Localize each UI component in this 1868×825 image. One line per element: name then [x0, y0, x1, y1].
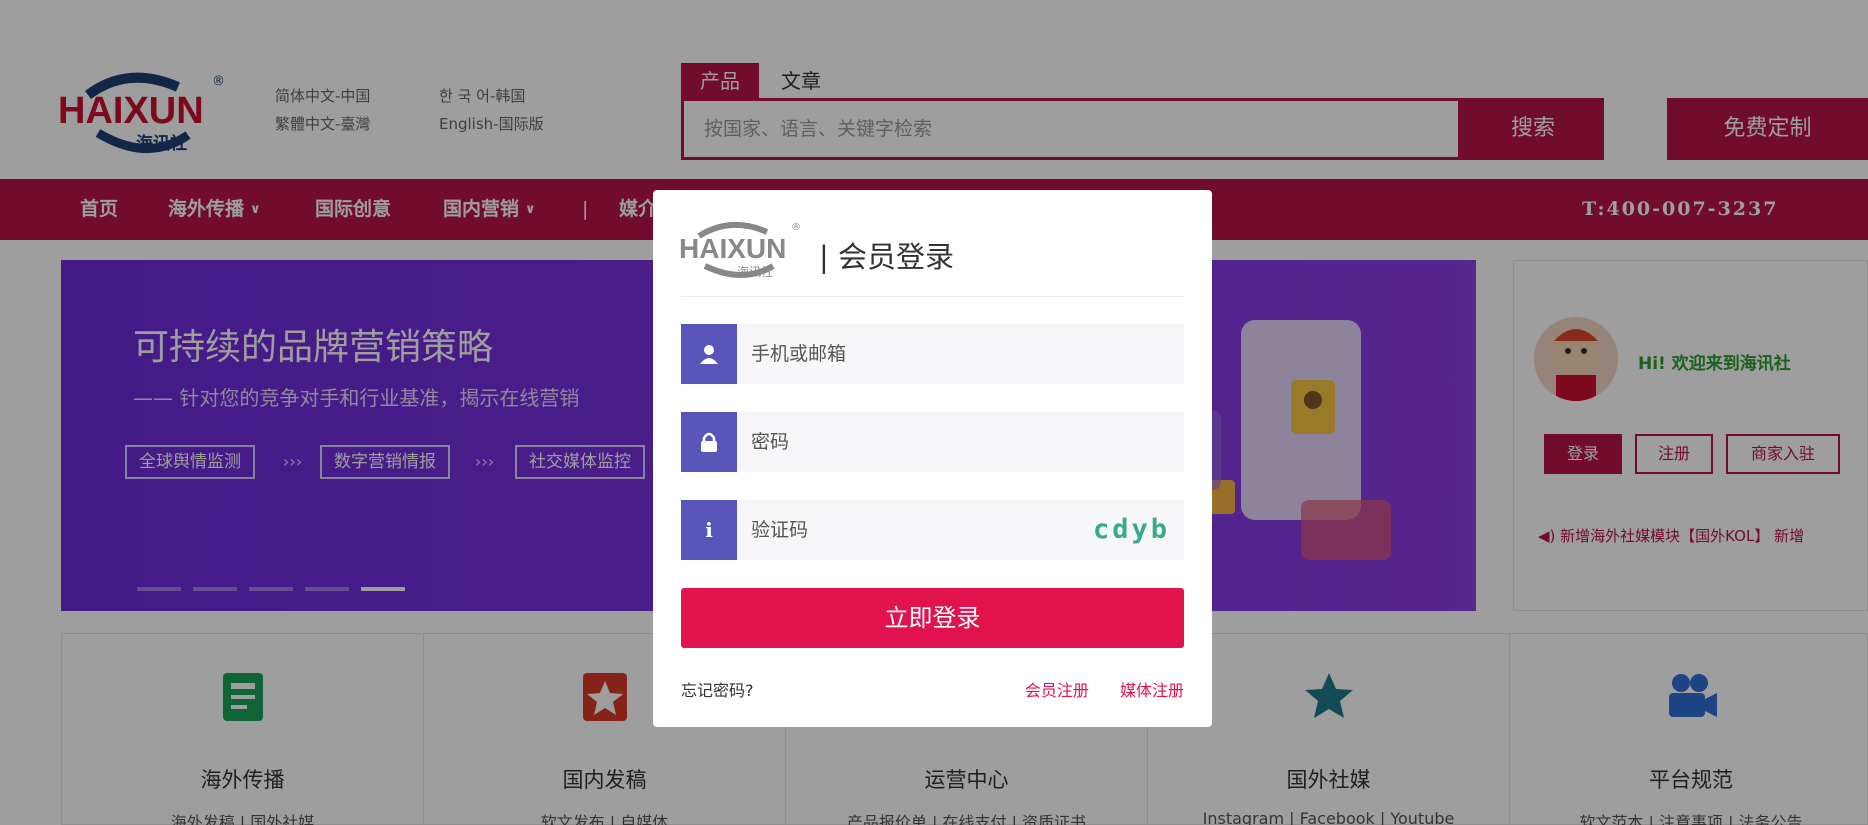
modal-logo-text: HAIXUN: [679, 233, 786, 264]
modal-title-text: 会员登录: [838, 240, 955, 274]
modal-title: | 会员登录: [819, 240, 955, 274]
register-links: 会员注册 媒体注册: [999, 677, 1184, 701]
captcha-field: i cdyb: [681, 500, 1184, 560]
forgot-password-link[interactable]: 忘记密码?: [681, 677, 754, 701]
login-submit-button[interactable]: 立即登录: [681, 588, 1184, 648]
user-icon: [681, 324, 737, 384]
modal-logo-subtext: 海讯社: [737, 264, 773, 279]
member-register-link[interactable]: 会员注册: [1025, 681, 1089, 700]
info-icon: i: [681, 500, 737, 560]
modal-logo: HAIXUN 海讯社 ®: [679, 221, 801, 279]
login-modal: HAIXUN 海讯社 ® | 会员登录 i cdyb 立即登录 忘记密码? 会员…: [653, 190, 1212, 727]
divider: [681, 296, 1184, 297]
lock-icon: [681, 412, 737, 472]
captcha-input[interactable]: [751, 500, 1111, 560]
captcha-image[interactable]: cdyb: [1090, 510, 1170, 550]
svg-text:®: ®: [791, 222, 801, 233]
password-input[interactable]: [751, 412, 1111, 472]
media-register-link[interactable]: 媒体注册: [1120, 681, 1184, 700]
account-input[interactable]: [751, 324, 1111, 384]
page: HAIXUN 海讯社 ® 简体中文-中国 한 국 어-韩国 繁體中文-臺灣 En…: [0, 0, 1868, 825]
password-field: [681, 412, 1184, 472]
account-field: [681, 324, 1184, 384]
